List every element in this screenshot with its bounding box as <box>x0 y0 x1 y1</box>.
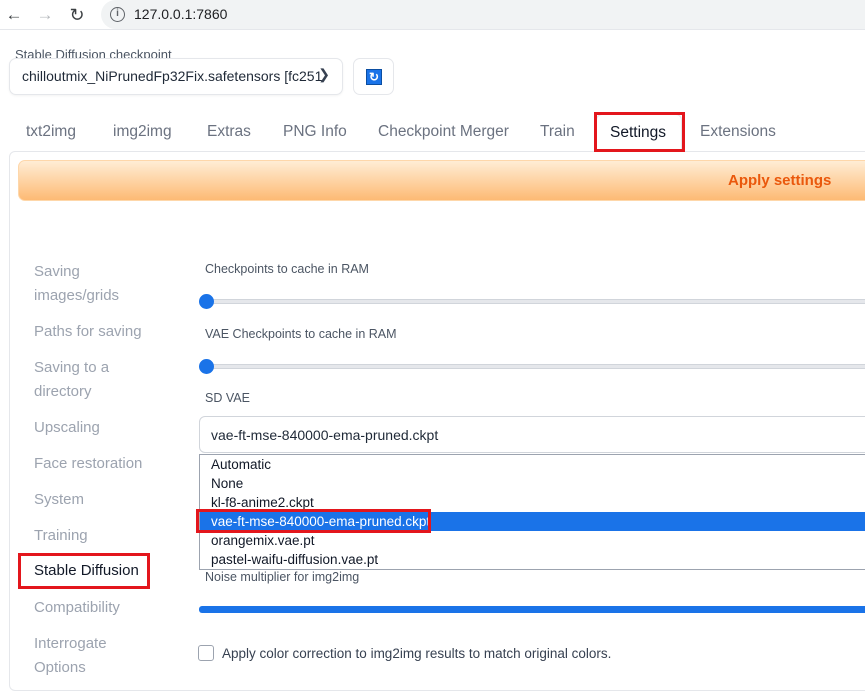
tab-txt2img[interactable]: txt2img <box>26 123 76 141</box>
sidebar-item-label: Saving to a <box>34 359 110 376</box>
ckpt-cache-slider-thumb[interactable] <box>199 294 214 309</box>
sd-vae-option[interactable]: None <box>200 474 865 493</box>
sidebar-item-interrogate[interactable]: Interrogate Options <box>34 632 107 680</box>
noise-multiplier-slider[interactable] <box>199 606 865 613</box>
sd-vae-dropdown[interactable]: vae-ft-mse-840000-ema-pruned.ckpt <box>199 416 865 453</box>
info-icon[interactable]: i <box>110 7 125 22</box>
vae-cache-label: VAE Checkpoints to cache in RAM <box>205 327 397 341</box>
url-text[interactable]: 127.0.0.1:7860 <box>134 6 227 22</box>
sidebar-item-label: Face restoration <box>34 455 143 472</box>
forward-arrow-icon[interactable]: → <box>34 4 56 26</box>
color-correction-checkbox[interactable] <box>198 645 214 661</box>
sidebar-item-label: Paths for saving <box>34 323 142 340</box>
chevron-down-icon: ❯ <box>318 66 330 82</box>
tab-extensions[interactable]: Extensions <box>700 123 776 141</box>
ckpt-cache-label: Checkpoints to cache in RAM <box>205 262 369 276</box>
checkpoint-dropdown[interactable]: chilloutmix_NiPrunedFp32Fix.safetensors … <box>9 58 343 95</box>
tab-train[interactable]: Train <box>540 123 575 141</box>
sd-vae-label: SD VAE <box>205 391 250 405</box>
sidebar-item-stable-diffusion[interactable]: Stable Diffusion <box>18 553 150 589</box>
sidebar-item-label: Saving <box>34 263 80 280</box>
sidebar-item-upscaling[interactable]: Upscaling <box>34 416 100 440</box>
sidebar-item-face-restoration[interactable]: Face restoration <box>34 452 142 476</box>
color-correction-label: Apply color correction to img2img result… <box>222 646 612 661</box>
noise-multiplier-label: Noise multiplier for img2img <box>205 570 360 584</box>
highlight-box-settings-tab <box>594 112 685 152</box>
sidebar-item-label: directory <box>34 383 92 400</box>
tab-png-info[interactable]: PNG Info <box>283 123 347 141</box>
checkpoint-value: chilloutmix_NiPrunedFp32Fix.safetensors … <box>22 68 323 84</box>
vae-cache-slider[interactable] <box>205 364 865 369</box>
sidebar-item-compatibility[interactable]: Compatibility <box>34 596 120 620</box>
sidebar-item-label: Compatibility <box>34 599 120 616</box>
sidebar-item-label: System <box>34 491 85 508</box>
apply-settings-label: Apply settings <box>728 172 832 189</box>
sidebar-item-label: Interrogate <box>34 635 107 652</box>
sidebar-item-saving-directory[interactable]: Saving to a directory <box>34 356 109 404</box>
sd-vae-option[interactable]: pastel-waifu-diffusion.vae.pt <box>200 550 865 569</box>
sidebar-item-label: images/grids <box>34 287 120 304</box>
sd-vae-option[interactable]: orangemix.vae.pt <box>200 531 865 550</box>
reload-icon[interactable]: ↻ <box>66 4 88 26</box>
browser-toolbar: ← → ↻ i 127.0.0.1:7860 <box>0 0 865 30</box>
sidebar-item-label: Stable Diffusion <box>34 562 139 579</box>
sidebar-item-paths[interactable]: Paths for saving <box>34 320 142 344</box>
highlight-box-vae-option <box>196 509 431 533</box>
sidebar-item-label: Options <box>34 659 86 676</box>
sidebar-item-label: Upscaling <box>34 419 100 436</box>
sidebar-item-label: Training <box>34 527 88 544</box>
sd-vae-option[interactable]: Automatic <box>200 455 865 474</box>
back-arrow-icon[interactable]: ← <box>3 4 25 26</box>
ckpt-cache-slider[interactable] <box>205 299 865 304</box>
tab-extras[interactable]: Extras <box>207 123 251 141</box>
refresh-icon: ↻ <box>366 69 382 85</box>
tab-img2img[interactable]: img2img <box>113 123 172 141</box>
sidebar-item-training[interactable]: Training <box>34 524 88 548</box>
sd-vae-value: vae-ft-mse-840000-ema-pruned.ckpt <box>211 427 439 443</box>
vae-cache-slider-thumb[interactable] <box>199 359 214 374</box>
refresh-checkpoint-button[interactable]: ↻ <box>353 58 394 95</box>
apply-settings-button[interactable]: Apply settings <box>18 160 865 201</box>
tab-checkpoint-merger[interactable]: Checkpoint Merger <box>378 123 509 141</box>
sidebar-item-system[interactable]: System <box>34 488 84 512</box>
sidebar-item-saving-images[interactable]: Saving images/grids <box>34 260 119 308</box>
